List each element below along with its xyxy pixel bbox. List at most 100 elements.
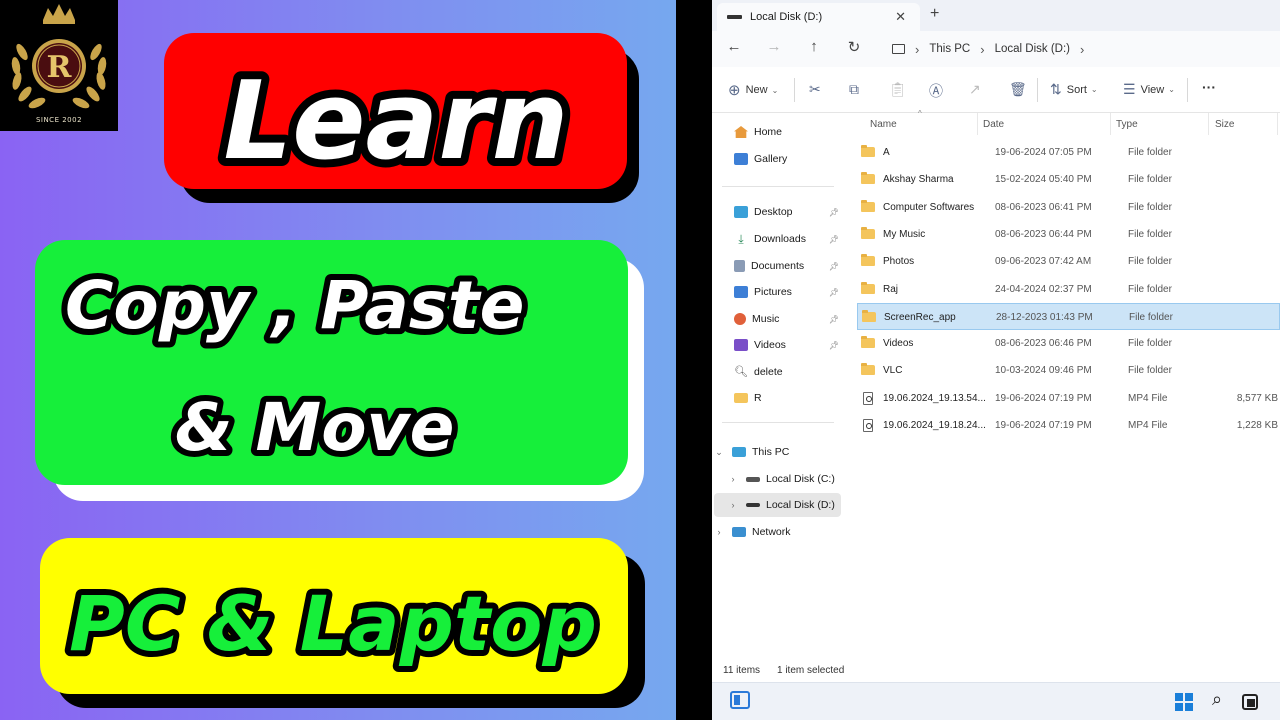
delete-icon[interactable]: 🗑︎ [1009, 81, 1027, 98]
column-type[interactable]: Type [1116, 119, 1138, 130]
folder-icon [862, 309, 876, 322]
file-name: 19.06.2024_19.13.54... [883, 392, 986, 404]
new-button[interactable]: ⊕ New ⌄ [728, 81, 778, 99]
up-arrow-icon[interactable]: ↑ [804, 38, 824, 55]
nav-documents[interactable]: Documents 📌︎ [714, 254, 841, 278]
music-icon [734, 313, 746, 325]
chevron-right-icon[interactable]: › [726, 474, 740, 484]
pin-icon[interactable]: 📌︎ [829, 235, 839, 244]
file-type: File folder [1128, 256, 1172, 268]
file-list: Name ^ Date Type Size A 19-06-2024 07:05 … [852, 109, 1280, 653]
table-row[interactable]: 19.06.2024_19.13.54... 19-06-2024 07:19 P… [857, 385, 1280, 412]
refresh-icon[interactable]: ↻ [844, 38, 864, 56]
column-divider[interactable] [1208, 113, 1209, 135]
address-row: ← → ↑ ↻ › This PC › Local Disk (D:) › [712, 31, 1280, 67]
new-label: New [745, 84, 768, 96]
table-row[interactable]: ScreenRec_app 28-12-2023 01:43 PM File fol… [857, 302, 1280, 330]
nav-music[interactable]: Music 📌︎ [714, 307, 841, 331]
chevron-right-icon[interactable]: › [712, 527, 726, 537]
table-row[interactable]: Videos 08-06-2023 06:46 PM File folder [857, 330, 1280, 357]
nav-label: delete [754, 366, 783, 378]
back-arrow-icon[interactable]: ← [724, 38, 744, 55]
table-row[interactable]: Akshay Sharma 15-02-2024 05:40 PM File fol… [857, 166, 1280, 193]
chevron-right-icon[interactable]: › [726, 500, 740, 510]
rename-icon[interactable]: Ⓐ [929, 81, 943, 101]
file-type: File folder [1128, 147, 1172, 158]
copy-icon[interactable]: ⧉ [849, 81, 859, 98]
banner-pc-laptop: PC & Laptop [40, 538, 645, 708]
nav-gallery[interactable]: Gallery [714, 147, 841, 171]
pin-icon[interactable]: 📌︎ [829, 288, 839, 297]
nav-label: Local Disk (D:) [766, 499, 835, 511]
more-options-icon[interactable]: ··· [1202, 79, 1216, 95]
taskbar: ⌕ [712, 682, 1280, 720]
nav-videos[interactable]: Videos 📌︎ [714, 333, 841, 357]
windows-start-icon[interactable] [1175, 693, 1193, 711]
table-row[interactable]: 19.06.2024_19.18.24... 19-06-2024 07:19 P… [857, 412, 1280, 439]
nav-separator [722, 422, 834, 423]
cut-icon[interactable]: ✂ [809, 81, 821, 98]
column-size[interactable]: Size [1215, 119, 1234, 130]
nav-home[interactable]: Home [714, 120, 841, 144]
sort-button[interactable]: ⇅ Sort ⌄ [1050, 81, 1098, 98]
column-divider[interactable] [1110, 113, 1111, 135]
sort-ascending-icon: ^ [918, 109, 922, 118]
chevron-down-icon[interactable]: ⌄ [712, 447, 726, 458]
nav-label: Desktop [754, 206, 793, 218]
paste-icon[interactable]: 📋︎ [889, 81, 907, 98]
nav-pictures[interactable]: Pictures 📌︎ [714, 280, 841, 304]
forward-arrow-icon[interactable]: → [764, 38, 784, 55]
chevron-down-icon: ⌄ [1168, 85, 1175, 94]
address-bar[interactable]: › This PC › Local Disk (D:) › [880, 35, 1280, 63]
nav-delete[interactable]: 🔍︎ delete [714, 360, 841, 384]
breadcrumb-this-pc[interactable]: This PC [929, 43, 970, 55]
column-name[interactable]: Name [870, 119, 897, 130]
nav-this-pc[interactable]: ⌄ This PC [714, 440, 841, 464]
drive-icon [746, 476, 760, 482]
file-name: Photos [883, 256, 915, 268]
nav-network[interactable]: › Network [714, 520, 841, 544]
file-type: File folder [1128, 365, 1172, 377]
folder-icon [861, 363, 875, 376]
file-type: File folder [1128, 283, 1172, 295]
nav-downloads[interactable]: ⤓ Downloads 📌︎ [714, 227, 841, 251]
nav-r[interactable]: R [714, 386, 841, 410]
column-divider[interactable] [1277, 113, 1278, 135]
monitor-icon [892, 44, 905, 54]
drive-icon [727, 15, 742, 19]
widgets-icon[interactable] [730, 691, 750, 709]
table-row[interactable]: Computer Softwares 08-06-2023 06:41 PM Fil… [857, 194, 1280, 221]
desktop-icon [734, 206, 748, 218]
pc-icon [732, 447, 746, 457]
table-row[interactable]: A 19-06-2024 07:05 PM File folder [857, 139, 1280, 166]
pin-icon[interactable]: 📌︎ [829, 208, 839, 217]
new-tab-icon[interactable]: + [930, 5, 939, 23]
nav-label: This PC [752, 446, 790, 458]
chevron-right-icon: › [980, 41, 985, 57]
tab-local-disk-d[interactable]: Local Disk (D:) ✕ [717, 3, 920, 31]
search-icon[interactable]: ⌕ [1212, 689, 1222, 710]
table-row[interactable]: VLC 10-03-2024 09:46 PM File folder [857, 357, 1280, 384]
nav-label: Downloads [754, 233, 806, 245]
pin-icon[interactable]: 📌︎ [829, 262, 839, 271]
table-row[interactable]: My Music 08-06-2023 06:44 PM File folder [857, 221, 1280, 248]
view-button[interactable]: ☰ View ⌄ [1123, 81, 1175, 98]
nav-local-disk-c[interactable]: › Local Disk (C:) [714, 467, 841, 491]
column-date[interactable]: Date [983, 119, 1004, 130]
task-view-icon[interactable] [1242, 694, 1258, 710]
chevron-right-icon[interactable]: › [1080, 42, 1084, 57]
folder-icon [861, 336, 875, 349]
breadcrumb-local-disk-d[interactable]: Local Disk (D:) [995, 43, 1070, 55]
title-learn: Learn [223, 59, 568, 184]
close-tab-icon[interactable]: ✕ [895, 9, 906, 25]
table-row[interactable]: Raj 24-04-2024 02:37 PM File folder [857, 276, 1280, 303]
nav-label: Local Disk (C:) [766, 473, 835, 485]
nav-desktop[interactable]: Desktop 📌︎ [714, 200, 841, 224]
nav-local-disk-d[interactable]: › Local Disk (D:) [714, 493, 841, 517]
column-divider[interactable] [977, 113, 978, 135]
pin-icon[interactable]: 📌︎ [829, 341, 839, 350]
pin-icon[interactable]: 📌︎ [829, 315, 839, 324]
table-row[interactable]: Photos 09-06-2023 07:42 AM File folder [857, 248, 1280, 275]
file-type: File folder [1128, 228, 1172, 240]
share-icon[interactable]: ↗ [969, 81, 981, 98]
